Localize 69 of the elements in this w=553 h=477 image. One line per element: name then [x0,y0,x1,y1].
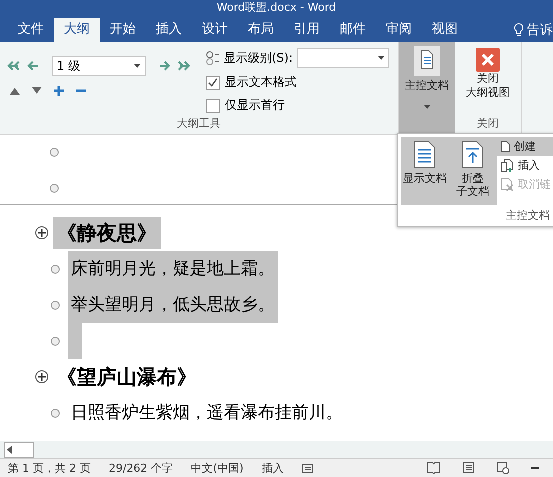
macro-icon[interactable] [302,462,314,474]
menu-item[interactable]: 插入 [497,156,553,175]
move-down-icon[interactable] [32,87,42,95]
body-bullet [51,336,60,346]
read-mode-icon[interactable] [427,462,441,474]
ribbon-tab[interactable]: 布局 [238,18,284,42]
dropdown-caret-icon[interactable] [378,56,386,60]
body-bullet [50,184,59,192]
body-text: 举头望明月，低头思故乡。 [68,287,278,323]
dropdown-caret-icon[interactable] [134,64,141,68]
body-text: 床前明月光，疑是地上霜。 [68,251,278,287]
expand-icon[interactable] [35,370,49,384]
checkbox[interactable] [206,98,220,112]
unlink-document-icon [501,178,515,192]
outline-level-combo[interactable]: 1 级 [52,56,146,76]
promote-icon[interactable] [26,61,40,71]
ribbon-tab[interactable]: 大纲 [54,18,100,42]
document-icon [414,46,440,76]
ribbon-tab[interactable]: 设计 [192,18,238,42]
word-count[interactable]: 29/262 个字 [108,460,174,476]
left-arrow-icon [5,444,15,454]
zoom-out-icon[interactable] [531,466,539,470]
master-document-button[interactable]: 主控文档 [399,42,455,134]
tell-me-link[interactable]: 告诉 [527,21,553,39]
body-bullet [51,264,60,274]
ribbon-tab[interactable]: 文件 [8,18,54,42]
ribbon-tab[interactable]: 引用 [284,18,330,42]
heading-text: 《静夜思》 [53,217,161,249]
ribbon-tab[interactable]: 视图 [422,18,468,42]
lightbulb-icon [514,23,524,37]
language-indicator[interactable]: 中文(中国) [191,460,244,476]
ribbon-tab[interactable]: 审阅 [376,18,422,42]
web-layout-icon[interactable] [497,462,509,474]
document-icon [501,140,511,152]
print-layout-icon[interactable] [463,462,475,474]
ribbon-tab[interactable]: 邮件 [330,18,376,42]
close-icon [476,48,500,72]
checkbox[interactable] [206,76,220,90]
checkbox-label: 仅显示首行 [225,97,285,114]
group-label: 主控文档 [505,208,551,223]
insert-mode[interactable]: 插入 [262,460,284,476]
page-count[interactable]: 第 1 页，共 2 页 [8,460,91,476]
body-bullet [50,148,59,156]
document-icon [414,141,436,169]
expand-icon[interactable] [35,226,49,240]
ribbon-tab[interactable]: 开始 [100,18,146,42]
ribbon-tab[interactable]: 插入 [146,18,192,42]
checkbox-label: 显示文本格式 [225,74,297,91]
body-bullet [51,300,60,310]
body-bullet [51,408,60,418]
group-label: 关闭 [476,116,500,132]
body-text: 日照香炉生紫烟，遥看瀑布挂前川。 [70,402,344,425]
promote-to-heading-icon[interactable] [6,61,20,71]
group-label: 大纲工具 [176,116,222,132]
show-level-label: 显示级别(S): [224,50,294,66]
menu-item[interactable]: 创建 [497,137,553,156]
heading-text: 《望庐山瀑布》 [56,364,198,391]
demote-icon[interactable] [158,61,172,71]
insert-document-icon [501,158,515,172]
move-up-icon[interactable] [10,87,20,95]
close-outline-view-button[interactable]: 关闭 大纲视图 [455,42,521,116]
demote-to-body-icon[interactable] [178,61,192,71]
caret-icon[interactable] [424,105,430,109]
menu-button[interactable]: 折叠 子文档 [449,137,497,205]
scroll-left-button[interactable] [4,442,34,458]
menu-button[interactable]: 显示文档 [401,137,449,205]
show-level-icon [206,51,220,65]
collapse-document-icon [462,141,484,169]
window-title: Word联盟.docx - Word [0,0,553,16]
